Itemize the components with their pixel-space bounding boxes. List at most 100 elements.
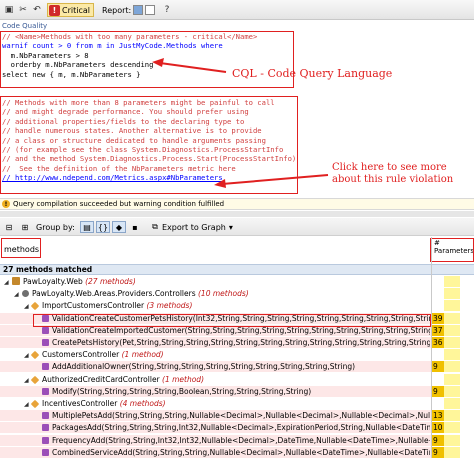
parameters-value <box>432 288 444 299</box>
report-option-1[interactable] <box>133 5 144 15</box>
method-row[interactable]: MultiplePetsAdd(String,String,String,Nul… <box>0 410 474 422</box>
group-row[interactable]: ◢ ImportCustomersController (3 methods) <box>0 300 474 312</box>
expand-button[interactable]: ⊞ <box>18 221 32 233</box>
metric-bar <box>444 276 460 287</box>
row-name: CustomersController <box>42 350 120 360</box>
warning-icon: ! <box>2 200 10 208</box>
parameters-value <box>432 276 444 287</box>
report-option-2[interactable] <box>145 5 156 15</box>
group-by-method-button[interactable]: ▪ <box>128 221 142 233</box>
row-label: CreatePetsHistory(Pet,String,String,Stri… <box>34 337 430 348</box>
query-group-title: Code Quality <box>2 22 48 30</box>
row-name: IncentivesController <box>42 399 118 408</box>
report-label: Report: <box>102 5 132 15</box>
matched-count: 27 methods matched <box>0 264 474 275</box>
export-label: Export to Graph <box>162 222 226 232</box>
class-icon <box>30 375 40 384</box>
critical-label: Critical <box>62 5 90 15</box>
method-icon: ▪ <box>132 222 138 232</box>
metric-bar <box>444 373 460 385</box>
row-name: ImportCustomersController <box>42 301 145 311</box>
assembly-icon: ▤ <box>80 221 94 233</box>
collapse-arrow-icon[interactable]: ◢ <box>4 277 12 287</box>
row-label: CombinedServiceAdd(String,String,String,… <box>34 447 430 458</box>
row-name: FrequencyAdd(String,String,Int32,Int32,N… <box>52 435 430 445</box>
method-icon <box>42 436 49 444</box>
method-icon <box>42 326 49 334</box>
parameters-value <box>432 300 444 311</box>
group-row[interactable]: ◢ AuthorizedCreditCardController (1 metho… <box>0 373 474 385</box>
method-row[interactable]: FrequencyAdd(String,String,Int32,Int32,N… <box>0 434 474 446</box>
parameters-value: 9 <box>432 385 444 397</box>
row-label: Modify(String,String,String,String,Boole… <box>34 386 430 397</box>
method-icon <box>42 363 49 371</box>
metric-bar <box>444 349 460 361</box>
class-icon <box>30 302 40 311</box>
column-divider <box>431 237 432 458</box>
help-button[interactable]: ? <box>160 3 174 17</box>
method-row[interactable]: PackagesAdd(String,String,String,Int32,N… <box>0 422 474 434</box>
undo-icon: ↶ <box>33 5 41 15</box>
scissors-icon: ✂ <box>19 5 27 15</box>
class-icon <box>30 399 40 409</box>
group-by-assembly-button[interactable]: ▤ <box>80 221 94 233</box>
expand-icon: ⊞ <box>21 222 29 232</box>
collapse-button[interactable]: ⊟ <box>2 221 16 233</box>
metric-bar <box>444 312 460 324</box>
row-name: CreatePetsHistory(Pet,String,String,Stri… <box>52 338 430 347</box>
results-tree: ◢ PawLoyalty.Web (27 methods) ◢ PawLoyalty.… <box>0 276 474 458</box>
results-header: methods # Parameters <box>0 237 474 263</box>
results-toolbar: ⊟ ⊞ Group by: ▤ {} ◆ ▪ ⧉ Export to Graph… <box>0 218 474 236</box>
metric-bar <box>444 434 460 446</box>
metric-bar <box>444 446 460 458</box>
collapse-icon: ⊟ <box>5 222 13 232</box>
export-to-graph-button[interactable]: ⧉ Export to Graph ▾ <box>148 221 233 233</box>
query-status-bar: ! Query compilation succeeded but warnin… <box>0 198 474 210</box>
cut-button[interactable]: ✂ <box>16 3 30 17</box>
parameters-value: 9 <box>432 446 444 458</box>
metric-bar <box>444 410 460 422</box>
collapse-arrow-icon[interactable]: ◢ <box>14 289 22 299</box>
method-row[interactable]: Modify(String,String,String,String,Boole… <box>0 385 474 397</box>
metric-bar <box>444 300 460 312</box>
type-icon: ◆ <box>112 221 126 233</box>
params-header-highlight <box>430 238 474 262</box>
method-row[interactable]: CreatePetsHistory(Pet,String,String,Stri… <box>0 337 474 348</box>
critical-toggle[interactable]: ! Critical <box>47 3 94 17</box>
group-row[interactable]: ◢ PawLoyalty.Web (27 methods) <box>0 276 474 287</box>
group-by-type-button[interactable]: ◆ <box>112 221 126 233</box>
graph-icon: ⧉ <box>152 222 158 231</box>
metric-bar <box>444 337 460 348</box>
chevron-down-icon: ▾ <box>228 222 233 232</box>
row-name: Modify(String,String,String,String,Boole… <box>52 386 312 396</box>
row-label: ◢ PawLoyalty.Web.Areas.Providers.Controll… <box>14 288 430 299</box>
row-label: ◢ PawLoyalty.Web (27 methods) <box>4 276 430 287</box>
parameters-value <box>432 398 444 409</box>
metric-bar <box>444 324 460 336</box>
row-label: FrequencyAdd(String,String,Int32,Int32,N… <box>34 435 430 446</box>
splitter[interactable] <box>0 211 474 217</box>
method-row[interactable]: CombinedServiceAdd(String,String,String,… <box>0 446 474 458</box>
undo-button[interactable]: ↶ <box>30 3 44 17</box>
method-row[interactable]: AddAdditionalOwner(String,String,String,… <box>0 361 474 373</box>
report-area: Report: <box>102 3 156 17</box>
methods-header-highlight <box>1 238 41 258</box>
group-row[interactable]: ◢ PawLoyalty.Web.Areas.Providers.Controll… <box>0 288 474 300</box>
method-icon <box>42 412 49 420</box>
top-violation-highlight <box>33 314 431 327</box>
status-message: Query compilation succeeded but warning … <box>13 200 225 208</box>
row-count: (3 methods) <box>144 301 193 311</box>
parameters-value: 36 <box>432 337 444 348</box>
group-row[interactable]: ◢ IncentivesController (4 methods) <box>0 398 474 409</box>
save-icon: ▣ <box>4 5 14 15</box>
metric-bar <box>444 288 460 300</box>
critical-icon: ! <box>49 4 60 16</box>
group-row[interactable]: ◢ CustomersController (1 method) <box>0 349 474 361</box>
parameters-value: 37 <box>432 324 444 336</box>
save-button[interactable]: ▣ <box>2 3 16 17</box>
group-by-namespace-button[interactable]: {} <box>96 221 110 233</box>
row-name: MultiplePetsAdd(String,String,String,Nul… <box>52 411 430 421</box>
row-count: (4 methods) <box>117 399 166 408</box>
help-icon: ? <box>164 5 170 15</box>
click-annotation-line-1: Click here to see more <box>332 162 447 173</box>
